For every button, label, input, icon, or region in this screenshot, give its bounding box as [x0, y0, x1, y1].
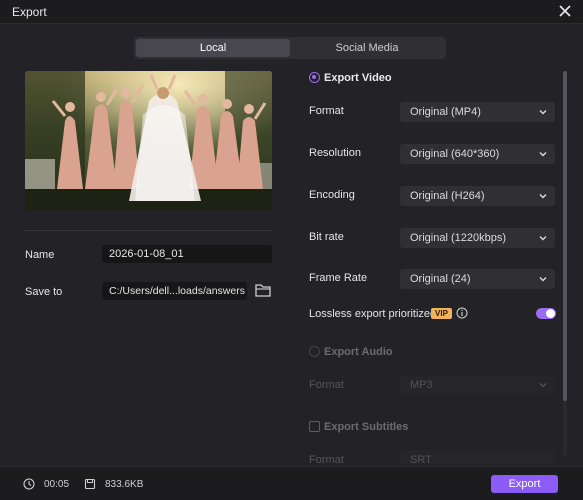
divider [25, 230, 272, 231]
bit-rate-label: Bit rate [309, 231, 344, 243]
export-audio-label: Export Audio [324, 346, 393, 358]
format-value: Original (MP4) [410, 106, 481, 118]
folder-icon[interactable] [255, 283, 271, 297]
frame-rate-label: Frame Rate [309, 272, 368, 284]
lossless-toggle[interactable] [536, 308, 556, 319]
encoding-select[interactable]: Original (H264) [400, 186, 555, 206]
vip-badge: VIP [431, 308, 452, 319]
subtitles-format-label: Format [309, 454, 344, 466]
export-subtitles-label: Export Subtitles [324, 421, 409, 433]
encoding-label: Encoding [309, 189, 355, 201]
scrollbar-thumb[interactable] [563, 71, 567, 401]
resolution-select[interactable]: Original (640*360) [400, 144, 555, 164]
save-to-label: Save to [25, 286, 63, 298]
export-video-radio[interactable] [309, 72, 320, 83]
lossless-label: Lossless export prioritized [309, 308, 437, 320]
encoding-value: Original (H264) [410, 190, 485, 202]
export-video-label: Export Video [324, 72, 392, 84]
frame-rate-value: Original (24) [410, 273, 471, 285]
chevron-down-icon [539, 277, 547, 282]
close-icon[interactable] [557, 3, 573, 19]
subtitles-format-select[interactable]: SRT [400, 450, 555, 464]
duration-text: 00:05 [44, 479, 70, 490]
video-thumbnail [25, 71, 272, 210]
format-label: Format [309, 105, 344, 117]
title-bar: Export [0, 0, 583, 24]
tab-local[interactable]: Local [136, 39, 290, 57]
clock-icon [23, 478, 35, 490]
info-icon[interactable] [456, 307, 468, 319]
scrollbar[interactable] [563, 71, 567, 456]
file-size-text: 833.6KB [105, 479, 144, 490]
file-size-icon [84, 478, 96, 490]
chevron-down-icon [539, 383, 547, 388]
export-button[interactable]: Export [491, 475, 558, 493]
subtitles-format-value: SRT [410, 454, 432, 464]
chevron-down-icon [539, 236, 547, 241]
export-audio-radio[interactable] [309, 346, 320, 357]
chevron-down-icon [539, 152, 547, 157]
export-dialog: Export Local Social Media Name 2026-01-0… [0, 0, 583, 500]
tab-social-media[interactable]: Social Media [290, 39, 444, 57]
audio-format-label: Format [309, 379, 344, 391]
audio-format-value: MP3 [410, 379, 433, 391]
format-select[interactable]: Original (MP4) [400, 102, 555, 122]
resolution-value: Original (640*360) [410, 148, 500, 160]
bit-rate-value: Original (1220kbps) [410, 232, 506, 244]
bit-rate-select[interactable]: Original (1220kbps) [400, 228, 555, 248]
dialog-title: Export [12, 5, 47, 19]
export-subtitles-checkbox[interactable] [309, 421, 320, 432]
export-tabs: Local Social Media [134, 37, 446, 59]
chevron-down-icon [539, 194, 547, 199]
name-field[interactable]: 2026-01-08_01 [102, 245, 272, 263]
chevron-down-icon [539, 110, 547, 115]
resolution-label: Resolution [309, 147, 361, 159]
name-label: Name [25, 249, 55, 261]
frame-rate-select[interactable]: Original (24) [400, 269, 555, 289]
save-path-field[interactable]: C:/Users/dell...loads/answers [102, 282, 247, 300]
audio-format-select[interactable]: MP3 [400, 375, 555, 395]
